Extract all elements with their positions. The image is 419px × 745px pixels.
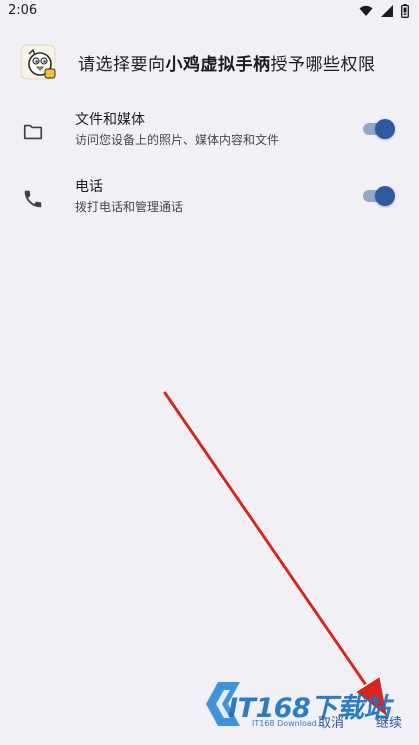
permission-row-files: 文件和媒体 访问您设备上的照片、媒体内容和文件 [0,109,419,153]
phone-permission-toggle[interactable] [363,186,395,206]
header-app-name: 小鸡虚拟手柄 [165,54,271,75]
header-suffix: 授予哪些权限 [270,54,376,75]
status-time: 2:06 [8,3,38,18]
wifi-icon [359,5,373,16]
files-permission-toggle[interactable] [363,119,395,139]
app-icon [20,44,56,80]
permission-title-files: 文件和媒体 [75,112,145,128]
toggle-thumb [375,186,395,206]
status-icons [359,4,409,18]
cancel-button[interactable]: 取消 [318,712,344,731]
permission-title-phone: 电话 [75,179,103,195]
permission-subtitle-phone: 拨打电话和管理通话 [75,200,184,214]
permission-header: 请选择要向小鸡虚拟手柄授予哪些权限 [20,44,376,80]
header-prefix: 请选择要向 [78,54,166,75]
status-bar: 2:06 [0,0,419,24]
permission-subtitle-files: 访问您设备上的照片、媒体内容和文件 [75,133,280,147]
toggle-thumb [375,119,395,139]
watermark-subtext: IT168 Download [252,719,317,728]
header-title: 请选择要向小鸡虚拟手柄授予哪些权限 [78,50,376,75]
permission-row-phone: 电话 拨打电话和管理通话 [0,176,419,220]
phone-icon [24,190,42,208]
signal-icon [381,5,393,17]
folder-icon [23,124,43,140]
continue-button[interactable]: 继续 [376,712,402,731]
battery-icon [401,4,409,18]
